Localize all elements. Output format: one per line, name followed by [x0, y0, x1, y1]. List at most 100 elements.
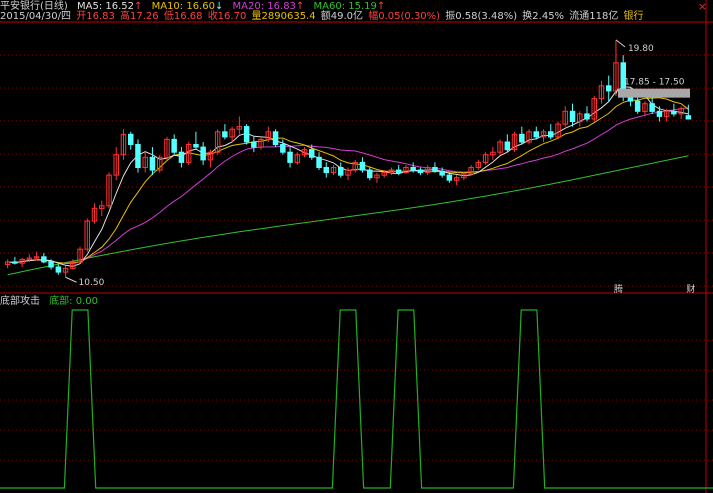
candlestick — [548, 124, 554, 140]
candlestick — [120, 129, 127, 160]
candle-body — [584, 113, 590, 120]
candlestick — [135, 139, 141, 173]
candlestick — [222, 124, 228, 140]
candlestick — [584, 106, 590, 122]
candlestick — [453, 175, 460, 186]
candlestick — [113, 147, 119, 181]
candlestick — [294, 152, 301, 165]
candlestick — [519, 126, 525, 145]
candle-body — [178, 151, 185, 163]
event-marker[interactable]: 财 — [686, 283, 695, 295]
candlestick — [591, 96, 597, 122]
candlestick — [164, 136, 170, 160]
candle-body — [243, 126, 250, 143]
candlestick — [497, 139, 503, 155]
candle-body — [439, 170, 445, 176]
max-pointer — [615, 39, 626, 48]
candlestick — [265, 126, 272, 142]
candlestick — [200, 141, 206, 165]
candle-body — [671, 110, 677, 115]
max-price-label: 19.80 — [628, 44, 654, 54]
candle-body — [280, 144, 286, 153]
candlestick — [468, 164, 474, 176]
candlestick — [417, 167, 424, 176]
candle-body — [367, 169, 373, 179]
candlestick — [171, 134, 177, 155]
chart-grid — [0, 0, 713, 493]
candlestick — [685, 104, 692, 120]
candlestick — [207, 149, 214, 168]
candlestick — [511, 131, 518, 153]
candle-body — [395, 169, 402, 174]
candle-body — [316, 156, 322, 169]
candlestick — [243, 124, 250, 145]
candle-body — [548, 131, 554, 138]
candle-body — [222, 131, 228, 138]
candle-body — [55, 266, 62, 273]
candle-body — [272, 131, 279, 146]
candlestick — [330, 164, 337, 176]
candlestick — [55, 264, 62, 275]
candlestick — [106, 172, 112, 209]
candlestick — [598, 80, 605, 104]
candle-body — [432, 167, 438, 172]
min-price-label: 10.50 — [79, 278, 105, 288]
candlestick — [475, 159, 482, 171]
candle-body — [504, 141, 511, 151]
candlestick — [229, 126, 235, 142]
candlestick — [280, 139, 286, 155]
candlestick — [533, 126, 539, 140]
candle-body — [359, 161, 366, 171]
candlestick — [634, 96, 641, 114]
candle-body — [12, 261, 18, 264]
candlestick — [91, 203, 98, 224]
candlestick — [316, 152, 322, 171]
candle-body — [287, 151, 293, 163]
ma20-line — [7, 107, 689, 264]
candlestick — [446, 172, 453, 183]
candle-body — [171, 138, 177, 153]
candlestick — [555, 121, 561, 140]
candlestick — [613, 39, 619, 97]
candlestick — [367, 167, 373, 181]
candlestick — [4, 259, 11, 269]
range-box — [617, 88, 690, 98]
candlestick — [352, 159, 358, 173]
candlestick — [656, 106, 663, 122]
candlestick — [178, 147, 185, 168]
candle-body — [48, 261, 54, 268]
range-label: 17.85 - 17.50 — [624, 78, 685, 88]
candlestick — [569, 103, 576, 127]
candle-body — [519, 133, 525, 143]
candlestick — [157, 154, 163, 173]
candlestick — [323, 162, 329, 178]
candle-body — [569, 110, 576, 123]
candlestick — [374, 172, 380, 183]
candlestick — [345, 167, 351, 181]
candle-body — [323, 167, 329, 174]
bottom-attack-indicator — [0, 309, 713, 489]
candlestick — [149, 147, 156, 176]
candlestick — [41, 252, 47, 264]
candlestick — [272, 129, 279, 148]
candle-body — [149, 156, 156, 171]
candlestick — [19, 258, 25, 268]
candle-body — [200, 146, 206, 161]
candlestick — [142, 152, 148, 173]
candle-body — [251, 141, 257, 148]
candle-body — [656, 110, 663, 117]
candlestick — [359, 157, 366, 173]
event-marker[interactable]: 腾 — [614, 283, 623, 295]
candle-body — [135, 144, 141, 168]
stock-chart[interactable]: 19.80 10.50 17.85 - 17.50 腾 财 — [0, 0, 713, 493]
candle-body — [410, 167, 416, 171]
min-pointer — [65, 276, 77, 283]
candlestick — [287, 147, 293, 168]
candle-body — [606, 85, 612, 92]
candle-body — [685, 115, 692, 120]
candlestick — [490, 147, 496, 160]
candlestick — [128, 131, 134, 150]
candlestick — [99, 200, 105, 216]
candlestick — [193, 131, 199, 150]
candle-body — [649, 103, 655, 112]
